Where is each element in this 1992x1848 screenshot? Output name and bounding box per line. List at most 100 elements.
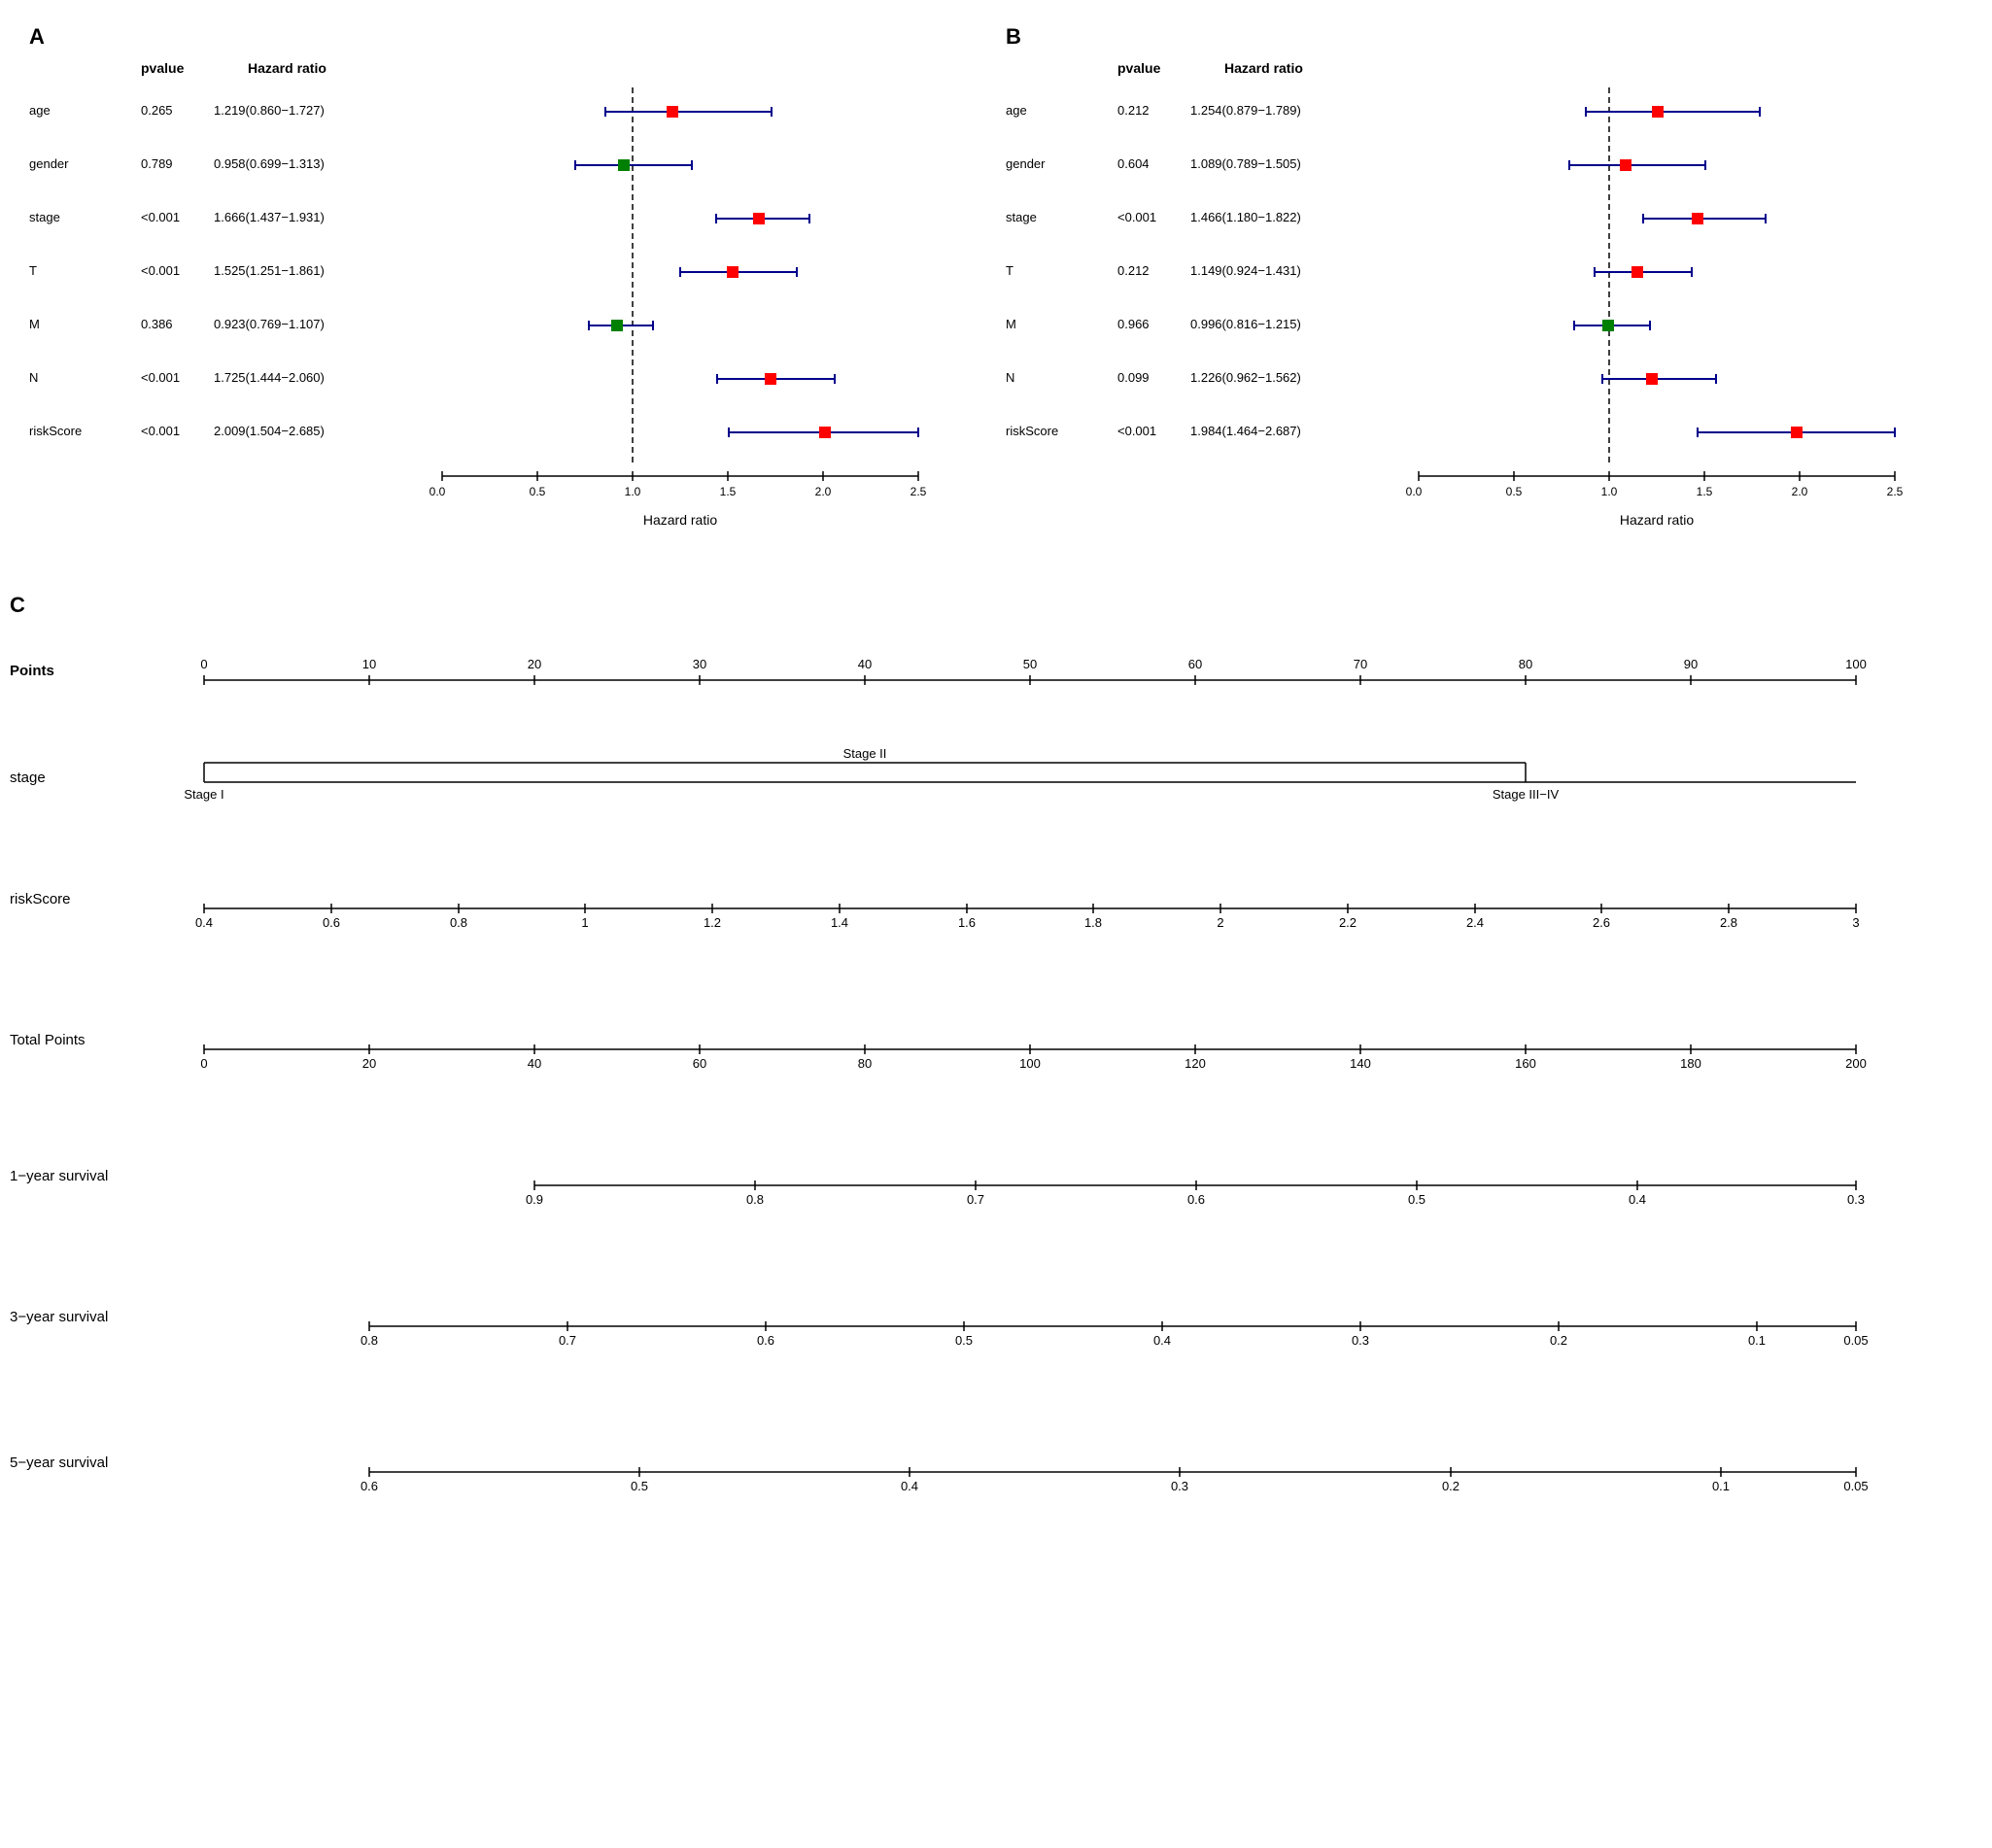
svg-text:100: 100 bbox=[1019, 1056, 1041, 1071]
svg-text:30: 30 bbox=[693, 657, 706, 671]
main-container: A pvalue Hazard ratio age gender stage T… bbox=[0, 0, 1992, 1848]
svg-text:20: 20 bbox=[362, 1056, 376, 1071]
top-row: A pvalue Hazard ratio age gender stage T… bbox=[19, 19, 1973, 583]
svg-text:2: 2 bbox=[1217, 915, 1223, 930]
svg-text:2.5: 2.5 bbox=[1887, 485, 1904, 498]
svg-text:80: 80 bbox=[1519, 657, 1532, 671]
svg-text:1.5: 1.5 bbox=[1697, 485, 1713, 498]
svg-text:0.5: 0.5 bbox=[631, 1479, 648, 1493]
svg-text:1.725(1.444−2.060): 1.725(1.444−2.060) bbox=[214, 370, 325, 385]
svg-text:0.5: 0.5 bbox=[1408, 1192, 1425, 1207]
svg-text:Stage III−IV: Stage III−IV bbox=[1493, 787, 1560, 802]
svg-text:riskScore: riskScore bbox=[10, 891, 71, 907]
svg-text:2.5: 2.5 bbox=[910, 485, 927, 498]
panel-c: C Points 0 10 20 30 40 50 60 bbox=[10, 593, 1982, 1838]
svg-text:stage: stage bbox=[10, 770, 46, 786]
svg-text:gender: gender bbox=[1006, 156, 1046, 171]
svg-text:3: 3 bbox=[1852, 915, 1859, 930]
svg-text:0.7: 0.7 bbox=[559, 1333, 576, 1348]
forest-plot-a: pvalue Hazard ratio age gender stage T M… bbox=[24, 49, 957, 564]
svg-text:5−year survival: 5−year survival bbox=[10, 1454, 108, 1471]
svg-text:0.1: 0.1 bbox=[1712, 1479, 1730, 1493]
panel-c-label: C bbox=[10, 593, 25, 618]
svg-text:stage: stage bbox=[1006, 210, 1037, 224]
svg-text:0.2: 0.2 bbox=[1550, 1333, 1567, 1348]
svg-text:2.0: 2.0 bbox=[1792, 485, 1808, 498]
svg-text:1−year survival: 1−year survival bbox=[10, 1168, 108, 1184]
svg-text:<0.001: <0.001 bbox=[141, 370, 180, 385]
svg-text:200: 200 bbox=[1845, 1056, 1867, 1071]
svg-text:Stage II: Stage II bbox=[843, 746, 887, 761]
svg-text:Points: Points bbox=[10, 663, 54, 679]
svg-text:0.5: 0.5 bbox=[955, 1333, 973, 1348]
svg-text:Stage I: Stage I bbox=[184, 787, 223, 802]
svg-text:10: 10 bbox=[362, 657, 376, 671]
svg-text:0.966: 0.966 bbox=[1117, 317, 1150, 331]
forest-plot-b: pvalue Hazard ratio age gender stage T M… bbox=[1001, 49, 1934, 564]
svg-text:50: 50 bbox=[1023, 657, 1037, 671]
svg-text:M: M bbox=[1006, 317, 1016, 331]
svg-text:1.0: 1.0 bbox=[1601, 485, 1618, 498]
svg-text:160: 160 bbox=[1515, 1056, 1536, 1071]
svg-text:age: age bbox=[1006, 103, 1027, 118]
svg-text:0.4: 0.4 bbox=[195, 915, 213, 930]
svg-text:2.6: 2.6 bbox=[1593, 915, 1610, 930]
svg-text:pvalue: pvalue bbox=[141, 60, 185, 76]
svg-text:1.6: 1.6 bbox=[958, 915, 976, 930]
svg-text:0.4: 0.4 bbox=[1153, 1333, 1171, 1348]
svg-text:0.0: 0.0 bbox=[429, 485, 446, 498]
svg-text:90: 90 bbox=[1684, 657, 1698, 671]
svg-text:60: 60 bbox=[1188, 657, 1202, 671]
svg-text:0.5: 0.5 bbox=[1506, 485, 1523, 498]
svg-text:1.0: 1.0 bbox=[625, 485, 641, 498]
svg-text:1.149(0.924−1.431): 1.149(0.924−1.431) bbox=[1190, 263, 1301, 278]
panel-a: A pvalue Hazard ratio age gender stage T… bbox=[19, 19, 996, 583]
svg-text:Hazard ratio: Hazard ratio bbox=[1224, 60, 1303, 76]
svg-text:1.5: 1.5 bbox=[720, 485, 737, 498]
svg-text:<0.001: <0.001 bbox=[1117, 424, 1156, 438]
svg-text:0.4: 0.4 bbox=[901, 1479, 918, 1493]
svg-text:0.3: 0.3 bbox=[1352, 1333, 1369, 1348]
svg-text:0.386: 0.386 bbox=[141, 317, 173, 331]
svg-text:0.9: 0.9 bbox=[526, 1192, 543, 1207]
svg-text:1.984(1.464−2.687): 1.984(1.464−2.687) bbox=[1190, 424, 1301, 438]
svg-text:1.525(1.251−1.861): 1.525(1.251−1.861) bbox=[214, 263, 325, 278]
svg-text:100: 100 bbox=[1845, 657, 1867, 671]
svg-text:0.6: 0.6 bbox=[1187, 1192, 1205, 1207]
svg-text:0.1: 0.1 bbox=[1748, 1333, 1766, 1348]
svg-text:140: 140 bbox=[1350, 1056, 1371, 1071]
svg-text:60: 60 bbox=[693, 1056, 706, 1071]
svg-text:0.5: 0.5 bbox=[530, 485, 546, 498]
svg-text:1.226(0.962−1.562): 1.226(0.962−1.562) bbox=[1190, 370, 1301, 385]
svg-text:0.265: 0.265 bbox=[141, 103, 173, 118]
svg-text:<0.001: <0.001 bbox=[141, 210, 180, 224]
svg-text:<0.001: <0.001 bbox=[141, 424, 180, 438]
svg-text:2.8: 2.8 bbox=[1720, 915, 1737, 930]
panel-b: B pvalue Hazard ratio age gender stage T… bbox=[996, 19, 1973, 583]
svg-text:0.6: 0.6 bbox=[361, 1479, 378, 1493]
svg-text:2.0: 2.0 bbox=[815, 485, 832, 498]
svg-text:20: 20 bbox=[528, 657, 541, 671]
svg-text:1: 1 bbox=[581, 915, 588, 930]
svg-text:80: 80 bbox=[858, 1056, 872, 1071]
svg-text:0.6: 0.6 bbox=[757, 1333, 774, 1348]
svg-text:0.2: 0.2 bbox=[1442, 1479, 1460, 1493]
svg-text:pvalue: pvalue bbox=[1117, 60, 1161, 76]
svg-text:1.666(1.437−1.931): 1.666(1.437−1.931) bbox=[214, 210, 325, 224]
svg-text:1.089(0.789−1.505): 1.089(0.789−1.505) bbox=[1190, 156, 1301, 171]
svg-text:120: 120 bbox=[1185, 1056, 1206, 1071]
svg-text:Hazard ratio: Hazard ratio bbox=[248, 60, 326, 76]
svg-text:1.219(0.860−1.727): 1.219(0.860−1.727) bbox=[214, 103, 325, 118]
svg-text:0.996(0.816−1.215): 0.996(0.816−1.215) bbox=[1190, 317, 1301, 331]
svg-text:riskScore: riskScore bbox=[1006, 424, 1058, 438]
svg-text:Total Points: Total Points bbox=[10, 1032, 86, 1048]
svg-text:0.6: 0.6 bbox=[323, 915, 340, 930]
svg-text:gender: gender bbox=[29, 156, 69, 171]
svg-text:age: age bbox=[29, 103, 51, 118]
svg-text:T: T bbox=[29, 263, 37, 278]
svg-text:0: 0 bbox=[200, 1056, 207, 1071]
svg-text:70: 70 bbox=[1354, 657, 1367, 671]
svg-text:0.212: 0.212 bbox=[1117, 103, 1150, 118]
svg-text:M: M bbox=[29, 317, 40, 331]
svg-text:0.923(0.769−1.107): 0.923(0.769−1.107) bbox=[214, 317, 325, 331]
